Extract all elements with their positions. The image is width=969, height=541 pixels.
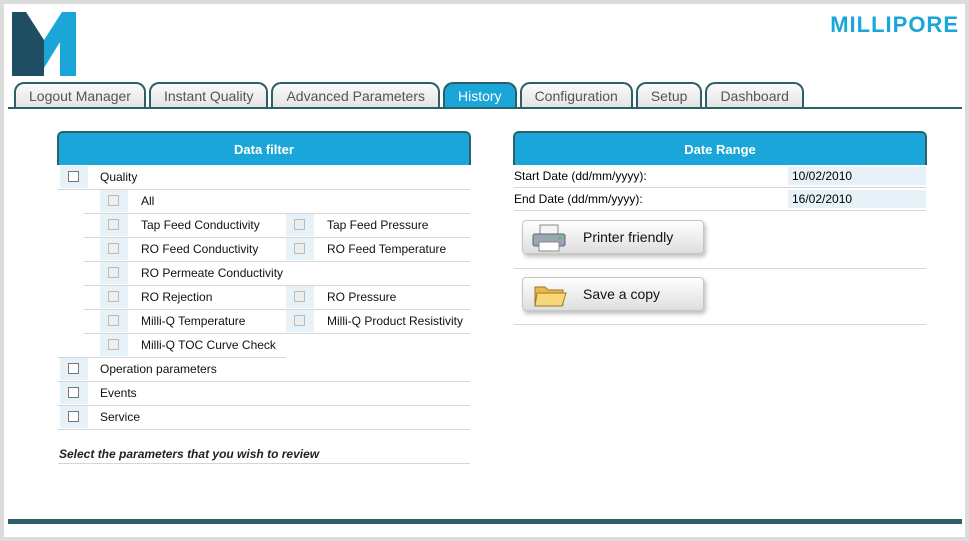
- tab-setup[interactable]: Setup: [635, 82, 703, 108]
- operation-parameters-label: Operation parameters: [100, 362, 217, 376]
- milli-q-temperature-checkbox[interactable]: [108, 315, 119, 326]
- ro-rejection-checkbox[interactable]: [108, 291, 119, 302]
- all-checkbox[interactable]: [108, 195, 119, 206]
- service-checkbox[interactable]: [68, 411, 79, 422]
- start-date-field[interactable]: 10/02/2010: [788, 167, 926, 185]
- folder-icon: [534, 286, 567, 307]
- ro-feed-temperature-checkbox[interactable]: [294, 243, 305, 254]
- printer-icon: [532, 224, 566, 252]
- printer-friendly-label: Printer friendly: [583, 229, 674, 245]
- ro-permeate-conductivity-checkbox[interactable]: [108, 267, 119, 278]
- service-label: Service: [100, 410, 141, 424]
- app-frame: MILLIPORE Logout Manager Instant Quality…: [4, 4, 965, 537]
- quality-cell: [60, 166, 88, 188]
- param-label: Tap Feed Conductivity: [141, 218, 260, 232]
- end-date-field[interactable]: 16/02/2010: [788, 190, 926, 208]
- events-checkbox[interactable]: [68, 387, 79, 398]
- quality-label: Quality: [100, 170, 138, 184]
- start-date-label: Start Date (dd/mm/yyyy):: [514, 169, 647, 183]
- date-range-header: Date Range: [513, 131, 927, 165]
- param-label: Milli-Q Product Resistivity: [327, 314, 464, 328]
- brand-name: MILLIPORE: [830, 12, 959, 37]
- save-a-copy-button[interactable]: Save a copy: [522, 277, 704, 311]
- tab-configuration[interactable]: Configuration: [519, 82, 633, 108]
- param-label: RO Pressure: [327, 290, 397, 304]
- tap-feed-conductivity-checkbox[interactable]: [108, 219, 119, 230]
- tab-advanced-parameters[interactable]: Advanced Parameters: [271, 82, 440, 108]
- param-label: Milli-Q Temperature: [141, 314, 246, 328]
- tap-feed-pressure-checkbox[interactable]: [294, 219, 305, 230]
- param-label: RO Feed Conductivity: [141, 242, 259, 256]
- save-a-copy-label: Save a copy: [583, 286, 661, 302]
- events-label: Events: [100, 386, 137, 400]
- param-label: RO Feed Temperature: [327, 242, 447, 256]
- milli-q-toc-curve-check-checkbox[interactable]: [108, 339, 119, 350]
- param-label: Milli-Q TOC Curve Check: [141, 338, 276, 352]
- param-label: Tap Feed Pressure: [327, 218, 429, 232]
- printer-friendly-button[interactable]: Printer friendly: [522, 220, 704, 254]
- tab-bar: Logout Manager Instant Quality Advanced …: [14, 82, 807, 108]
- footer-divider: [8, 519, 962, 524]
- ro-feed-conductivity-checkbox[interactable]: [108, 243, 119, 254]
- data-filter-header: Data filter: [57, 131, 471, 165]
- tab-divider: [8, 107, 962, 109]
- ro-pressure-checkbox[interactable]: [294, 291, 305, 302]
- param-label: RO Rejection: [141, 290, 213, 304]
- milli-q-product-resistivity-checkbox[interactable]: [294, 315, 305, 326]
- millipore-logo: [12, 12, 76, 76]
- all-cell: [100, 190, 128, 212]
- tab-instant-quality[interactable]: Instant Quality: [148, 82, 269, 108]
- tab-dashboard[interactable]: Dashboard: [705, 82, 804, 108]
- operation-parameters-checkbox[interactable]: [68, 363, 79, 374]
- param-label: RO Permeate Conductivity: [141, 266, 284, 280]
- quality-checkbox[interactable]: [68, 171, 79, 182]
- all-label: All: [141, 194, 155, 208]
- tab-history[interactable]: History: [443, 82, 517, 108]
- end-date-label: End Date (dd/mm/yyyy):: [514, 192, 643, 206]
- tab-logout-manager[interactable]: Logout Manager: [14, 82, 146, 108]
- filter-hint: Select the parameters that you wish to r…: [59, 447, 320, 461]
